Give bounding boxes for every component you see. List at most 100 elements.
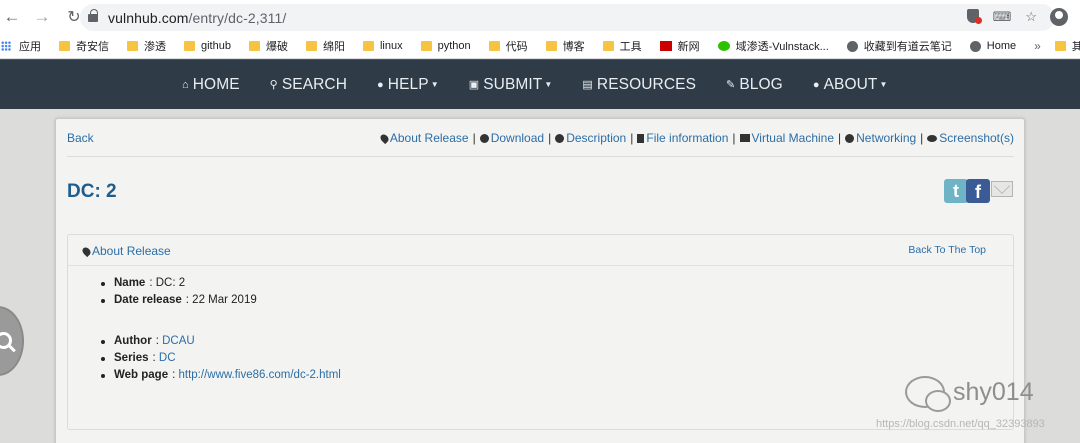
tab-virtual-machine[interactable]: Virtual Machine <box>739 131 834 145</box>
bookmark-youdao[interactable]: 收藏到有道云笔记 <box>846 38 952 54</box>
folder-icon <box>420 41 432 51</box>
section-title[interactable]: About Release <box>80 244 171 258</box>
tab-download[interactable]: Download <box>479 131 544 145</box>
address-bar[interactable]: vulnhub.com/entry/dc-2,311/ ⌨ ☆ <box>80 4 1055 31</box>
inbox-icon: ▣ <box>468 79 480 91</box>
tab-screenshots[interactable]: Screenshot(s) <box>927 131 1014 145</box>
folder-icon <box>1054 41 1066 51</box>
bookmark-folder[interactable]: 博客 <box>545 38 585 54</box>
bookmark-news[interactable]: 新网 <box>659 38 700 54</box>
mail-icon[interactable] <box>991 181 1013 197</box>
hdd-icon <box>739 134 750 142</box>
nav-blog[interactable]: ✎ BLOG <box>726 76 783 94</box>
bookmark-vulnstack[interactable]: 域渗透-Vulnstack... <box>717 38 829 54</box>
apps-grid-icon <box>1 41 11 51</box>
globe-icon <box>969 40 981 52</box>
tab-networking[interactable]: Networking <box>845 131 916 145</box>
bookmark-folder[interactable]: 绵阳 <box>305 38 345 54</box>
share-buttons: t f <box>944 179 1013 203</box>
bookmark-other[interactable]: 其他书 <box>1054 38 1080 54</box>
folder-icon <box>59 41 70 51</box>
about-release-section: About Release Back To The Top Name: DC: … <box>67 234 1014 430</box>
forward-arrow-icon[interactable]: → <box>30 5 54 29</box>
nav-help[interactable]: ● HELP ▼ <box>377 76 439 94</box>
site-nav: ⌂ HOME ⚲ SEARCH ● HELP ▼ ▣ SUBMIT ▼ ▤ RESOURCES… <box>0 59 1080 109</box>
list-item: Name: DC: 2 <box>101 275 341 292</box>
list-item: Web page: http://www.five86.com/dc-2.htm… <box>101 367 341 384</box>
bookmark-home[interactable]: Home <box>969 40 1016 52</box>
nav-search[interactable]: ⚲ SEARCH <box>270 76 347 94</box>
series-link[interactable]: DC <box>159 350 176 367</box>
release-name: DC: 2 <box>155 277 186 289</box>
browser-toolbar: ← → ↻ vulnhub.com/entry/dc-2,311/ ⌨ ☆ <box>0 0 1080 34</box>
profile-icon[interactable] <box>1050 8 1068 26</box>
watermark-url: https://blog.csdn.net/qq_32393893 <box>876 418 1045 430</box>
globe-icon <box>846 40 858 52</box>
bookmarks-bar: 应用 奇安信 渗透 github 爆破 绵阳 linux python 代码 博… <box>0 34 1080 59</box>
news-icon <box>659 41 672 51</box>
content-panel: Back About Release | Download | Descriptio… <box>55 118 1025 443</box>
bookmarks-overflow-button[interactable]: » <box>1034 39 1041 53</box>
lock-icon <box>88 8 98 22</box>
url-text[interactable]: vulnhub.com/entry/dc-2,311/ <box>108 10 286 26</box>
user-icon: ● <box>812 78 820 91</box>
list-item: Series: DC <box>101 350 341 367</box>
map-marker-icon <box>378 132 391 144</box>
folder-icon <box>545 41 557 51</box>
wechat-icon <box>717 41 730 51</box>
watermark-name: shy014 <box>953 377 1034 406</box>
tab-file-information[interactable]: File information <box>637 131 728 145</box>
file-icon: ▤ <box>582 79 593 91</box>
search-icon: ⚲ <box>269 79 278 91</box>
author-link[interactable]: DCAU <box>162 333 195 350</box>
download-circle-icon <box>479 133 489 143</box>
entry-topbar: Back About Release | Download | Descriptio… <box>67 131 1014 157</box>
bookmark-folder[interactable]: 渗透 <box>127 38 166 54</box>
list-item: Author: DCAU <box>101 333 341 350</box>
bookmark-apps[interactable]: 应用 <box>0 38 41 54</box>
globe-icon <box>845 133 855 143</box>
list-item: Date release: 22 Mar 2019 <box>101 292 341 309</box>
back-to-top-link[interactable]: Back To The Top <box>908 244 986 256</box>
caret-down-icon: ▼ <box>430 80 439 89</box>
blocked-content-icon[interactable] <box>966 9 982 24</box>
facebook-icon[interactable]: f <box>966 179 990 203</box>
back-arrow-icon[interactable]: ← <box>0 5 24 29</box>
release-details: Name: DC: 2 Date release: 22 Mar 2019 Au… <box>101 275 341 384</box>
folder-icon <box>305 41 317 51</box>
edit-icon: ✎ <box>726 79 736 91</box>
webpage-link[interactable]: http://www.five86.com/dc-2.html <box>179 367 341 384</box>
bookmark-folder[interactable]: github <box>184 40 231 52</box>
question-icon: ● <box>377 78 384 91</box>
bookmark-folder[interactable]: python <box>420 40 471 52</box>
section-header: About Release Back To The Top <box>68 235 1013 266</box>
eye-icon <box>927 134 938 142</box>
folder-icon <box>248 41 260 51</box>
nav-home[interactable]: ⌂ HOME <box>182 76 240 94</box>
twitter-icon[interactable]: t <box>944 179 968 203</box>
home-icon: ⌂ <box>182 78 189 91</box>
caret-down-icon: ▼ <box>879 80 888 89</box>
bookmark-star-icon[interactable]: ☆ <box>1025 9 1037 25</box>
folder-icon <box>184 41 195 51</box>
translate-icon[interactable]: ⌨ <box>993 9 1012 25</box>
bookmark-folder[interactable]: 奇安信 <box>59 38 109 54</box>
nav-about[interactable]: ● ABOUT ▼ <box>813 76 888 94</box>
folder-icon <box>362 41 374 51</box>
nav-submit[interactable]: ▣ SUBMIT ▼ <box>469 76 553 94</box>
url-path: /entry/dc-2,311/ <box>188 9 287 26</box>
caret-down-icon: ▼ <box>544 80 553 89</box>
watermark: shy014 <box>905 376 1034 412</box>
folder-icon <box>602 41 614 51</box>
tab-description[interactable]: Description <box>555 131 626 145</box>
folder-icon <box>127 41 138 51</box>
back-link[interactable]: Back <box>67 131 94 145</box>
nav-resources[interactable]: ▤ RESOURCES <box>582 76 696 94</box>
bookmark-folder[interactable]: linux <box>362 40 403 52</box>
folder-icon <box>488 41 500 51</box>
bookmark-folder[interactable]: 爆破 <box>248 38 288 54</box>
page-title: DC: 2 <box>67 181 117 202</box>
bookmark-folder[interactable]: 代码 <box>488 38 528 54</box>
bookmark-folder[interactable]: 工具 <box>602 38 642 54</box>
tab-about-release[interactable]: About Release <box>378 131 469 145</box>
